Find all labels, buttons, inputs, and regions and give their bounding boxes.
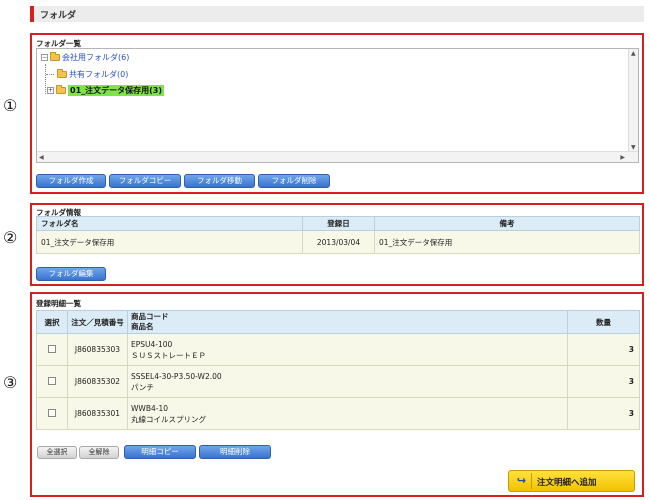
page-title: フォルダ bbox=[40, 11, 77, 21]
deselect-all-button[interactable]: 全解除 bbox=[79, 446, 119, 459]
folder-icon bbox=[56, 85, 66, 94]
table-header-row: フォルダ名 登録日 備考 bbox=[36, 216, 640, 231]
select-cell bbox=[36, 333, 68, 366]
table-row: J860835303 EPSU4-100 ＳＵＳストレートＥＰ 3 bbox=[36, 333, 640, 366]
create-folder-button[interactable]: フォルダ作成 bbox=[36, 174, 106, 188]
callout-2: ② bbox=[3, 228, 18, 247]
column-header-code: 商品コード bbox=[131, 312, 169, 321]
scroll-up-icon[interactable]: ▲ bbox=[631, 50, 636, 57]
order-number-cell: J860835301 bbox=[67, 397, 128, 430]
column-header-registered-date: 登録日 bbox=[302, 216, 375, 231]
scroll-down-icon[interactable]: ▼ bbox=[631, 144, 636, 151]
vertical-scrollbar[interactable]: ▲ ▼ bbox=[628, 49, 638, 152]
callout-3: ③ bbox=[3, 373, 18, 392]
callout-1: ① bbox=[3, 96, 18, 115]
tree-node-label[interactable]: 01_注文データ保存用(3) bbox=[68, 85, 165, 96]
registered-items-section: 登録明細一覧 選択 注文／見積番号 商品コード 商品名 数量 J86083530… bbox=[30, 292, 644, 497]
tree-node-label[interactable]: 会社用フォルダ(6) bbox=[62, 52, 129, 63]
tree-connector bbox=[45, 64, 46, 94]
quantity-cell: 3 bbox=[567, 397, 640, 430]
delete-items-button[interactable]: 明細削除 bbox=[199, 445, 271, 459]
delete-folder-button[interactable]: フォルダ削除 bbox=[258, 174, 330, 188]
product-name: 丸線コイルスプリング bbox=[131, 414, 206, 424]
column-header-order-number: 注文／見積番号 bbox=[67, 310, 128, 334]
select-cell bbox=[36, 397, 68, 430]
row-checkbox[interactable] bbox=[48, 344, 56, 353]
table-row: 01_注文データ保存用 2013/03/04 01_注文データ保存用 bbox=[36, 230, 640, 254]
column-header-quantity: 数量 bbox=[567, 310, 640, 334]
table-row: J860835302 SSSEL4-30-P3.50-W2.00 パンチ 3 bbox=[36, 365, 640, 398]
tree-node-shared-folder[interactable]: 共有フォルダ(0) bbox=[57, 69, 128, 80]
column-header-notes: 備考 bbox=[374, 216, 640, 231]
column-header-folder-name: フォルダ名 bbox=[36, 216, 303, 231]
folder-name-cell: 01_注文データ保存用 bbox=[36, 230, 303, 254]
move-folder-button[interactable]: フォルダ移動 bbox=[184, 174, 255, 188]
row-checkbox[interactable] bbox=[48, 408, 56, 417]
code-name-cell: SSSEL4-30-P3.50-W2.00 パンチ bbox=[127, 365, 568, 398]
scroll-right-icon[interactable]: ▶ bbox=[620, 154, 625, 161]
table-header-row: 選択 注文／見積番号 商品コード 商品名 数量 bbox=[36, 310, 640, 334]
tree-connector bbox=[46, 74, 54, 75]
expand-icon[interactable]: + bbox=[47, 87, 54, 94]
scroll-left-icon[interactable]: ◀ bbox=[39, 154, 44, 161]
product-code: EPSU4-100 bbox=[131, 339, 173, 349]
folder-info-section: フォルダ情報 フォルダ名 登録日 備考 01_注文データ保存用 2013/03/… bbox=[30, 203, 644, 286]
column-header-name: 商品名 bbox=[131, 322, 154, 331]
edit-folder-button[interactable]: フォルダ編集 bbox=[36, 267, 106, 281]
column-header-select: 選択 bbox=[36, 310, 68, 334]
product-name: パンチ bbox=[131, 382, 154, 392]
copy-folder-button[interactable]: フォルダコピー bbox=[109, 174, 181, 188]
tree-node-label[interactable]: 共有フォルダ(0) bbox=[69, 69, 128, 80]
horizontal-scrollbar[interactable]: ◀ ▶ bbox=[37, 151, 638, 162]
code-name-cell: WWB4-10 丸線コイルスプリング bbox=[127, 397, 568, 430]
product-code: SSSEL4-30-P3.50-W2.00 bbox=[131, 371, 222, 381]
row-checkbox[interactable] bbox=[48, 376, 56, 385]
quantity-cell: 3 bbox=[567, 365, 640, 398]
tree-node-order-data-folder[interactable]: + 01_注文データ保存用(3) bbox=[47, 85, 165, 96]
select-all-button[interactable]: 全選択 bbox=[37, 446, 77, 459]
add-to-order-label: 注文明細へ追加 bbox=[537, 478, 597, 488]
page-header: フォルダ bbox=[30, 6, 644, 22]
order-number-cell: J860835303 bbox=[67, 333, 128, 366]
copy-items-button[interactable]: 明細コピー bbox=[124, 445, 196, 459]
folder-list-section: フォルダ一覧 − 会社用フォルダ(6) 共有フォルダ(0) + 01_注文データ… bbox=[30, 33, 644, 194]
table-row: J860835301 WWB4-10 丸線コイルスプリング 3 bbox=[36, 397, 640, 430]
code-name-cell: EPSU4-100 ＳＵＳストレートＥＰ bbox=[127, 333, 568, 366]
collapse-icon[interactable]: − bbox=[41, 54, 48, 61]
folder-icon bbox=[57, 69, 67, 78]
folder-tree[interactable]: − 会社用フォルダ(6) 共有フォルダ(0) + 01_注文データ保存用(3) … bbox=[36, 48, 639, 163]
select-cell bbox=[36, 365, 68, 398]
notes-cell: 01_注文データ保存用 bbox=[374, 230, 640, 254]
folder-info-table: フォルダ名 登録日 備考 01_注文データ保存用 2013/03/04 01_注… bbox=[36, 216, 640, 254]
registered-items-title: 登録明細一覧 bbox=[36, 299, 81, 308]
folder-open-icon bbox=[50, 52, 60, 61]
tree-node-company-folder[interactable]: − 会社用フォルダ(6) bbox=[41, 52, 129, 63]
quantity-cell: 3 bbox=[567, 333, 640, 366]
column-header-code-name: 商品コード 商品名 bbox=[127, 310, 568, 334]
product-name: ＳＵＳストレートＥＰ bbox=[131, 350, 206, 360]
order-number-cell: J860835302 bbox=[67, 365, 128, 398]
registered-date-cell: 2013/03/04 bbox=[302, 230, 375, 254]
add-to-order-button[interactable]: ↪ 注文明細へ追加 bbox=[508, 470, 635, 492]
items-table: 選択 注文／見積番号 商品コード 商品名 数量 J860835303 EPSU4… bbox=[36, 310, 640, 430]
product-code: WWB4-10 bbox=[131, 403, 168, 413]
forward-arrow-icon: ↪ bbox=[512, 473, 532, 489]
